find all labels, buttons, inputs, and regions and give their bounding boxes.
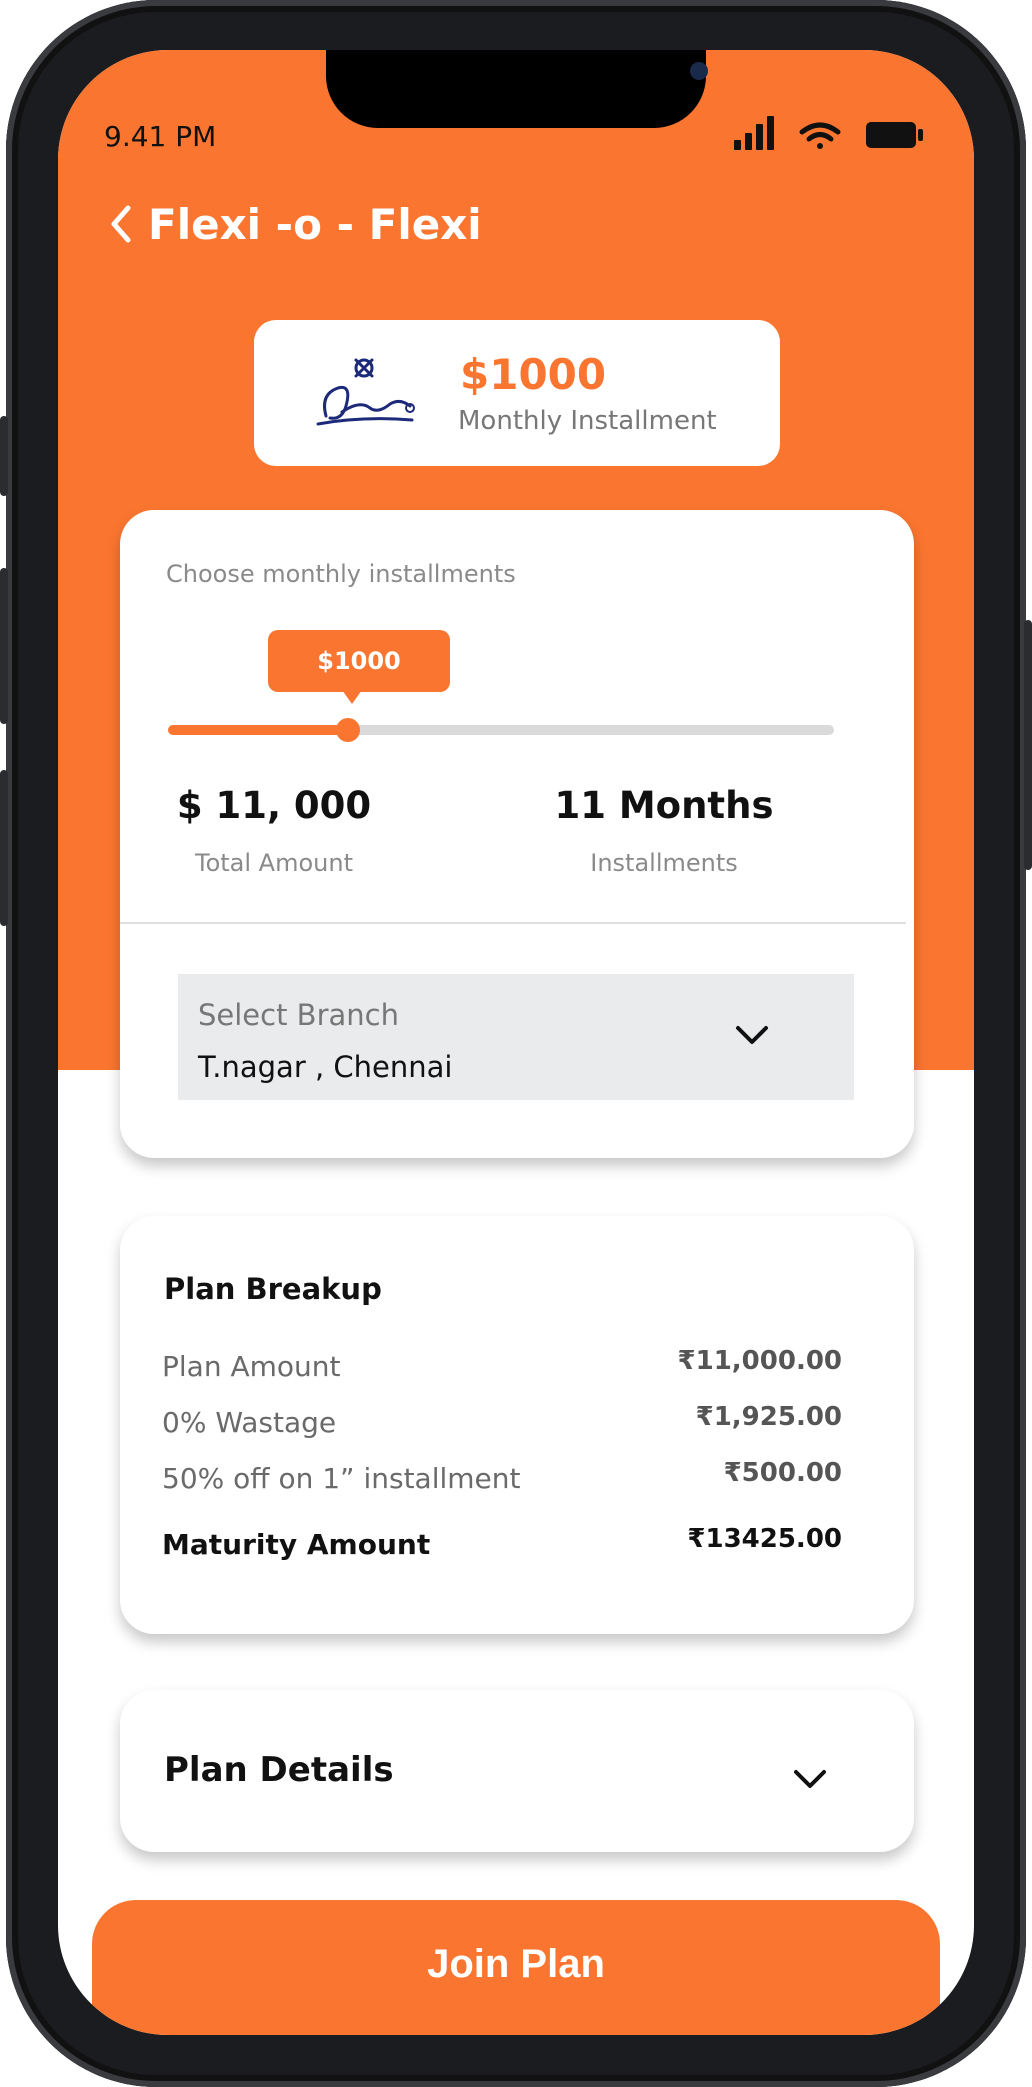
breakup-row-value: ₹500.00	[723, 1458, 842, 1488]
join-plan-label: Join Plan	[427, 1942, 605, 1986]
tooltip-pointer	[342, 690, 362, 704]
divider	[120, 922, 906, 924]
chevron-down-icon	[794, 1770, 826, 1788]
installment-summary-card: $1000 Monthly Installment	[254, 320, 780, 466]
breakup-row-value: ₹11,000.00	[677, 1346, 842, 1376]
phone-mockup: 9.41 PM Flexi -o - Flexi $1000 Monthly I…	[0, 0, 1032, 2087]
maturity-amount-row: Maturity Amount ₹13425.00	[162, 1524, 842, 1568]
branch-select[interactable]: Select Branch T.nagar , Chennai	[178, 974, 854, 1100]
installments-label: Installments	[590, 849, 738, 877]
wifi-icon	[799, 122, 841, 149]
page-title: Flexi -o - Flexi	[148, 200, 482, 249]
installment-slider[interactable]	[168, 718, 834, 742]
slider-thumb[interactable]	[335, 718, 360, 742]
total-amount-stat: $ 11, 000 Total Amount	[154, 784, 394, 877]
breakup-row: 50% off on 1” installment ₹500.00	[162, 1458, 842, 1502]
status-time: 9.41 PM	[104, 120, 217, 153]
plan-details-accordion[interactable]: Plan Details	[120, 1690, 914, 1852]
monthly-installment-amount: $1000	[460, 350, 607, 399]
signal-icon	[734, 116, 774, 150]
total-amount-value: $ 11, 000	[176, 784, 372, 827]
volume-up-button	[0, 568, 8, 724]
breakup-row: Plan Amount ₹11,000.00	[162, 1346, 842, 1390]
installments-stat: 11 Months Installments	[544, 784, 784, 877]
app-screen: 9.41 PM Flexi -o - Flexi $1000 Monthly I…	[58, 50, 974, 2035]
volume-down-button	[0, 770, 8, 926]
slider-value-tooltip: $1000	[268, 630, 450, 692]
choose-installments-label: Choose monthly installments	[166, 560, 516, 588]
plan-breakup-title: Plan Breakup	[164, 1272, 382, 1306]
breakup-row-label: 50% off on 1” installment	[162, 1462, 521, 1495]
chevron-left-icon[interactable]	[102, 196, 138, 252]
monthly-installment-label: Monthly Installment	[458, 406, 717, 436]
plan-details-title: Plan Details	[164, 1750, 394, 1790]
chevron-down-icon	[736, 1026, 768, 1044]
branch-select-label: Select Branch	[198, 998, 399, 1032]
power-button	[1024, 620, 1032, 870]
lalithaa-logo	[316, 358, 415, 426]
breakup-row-label: Plan Amount	[162, 1350, 341, 1383]
action-button	[0, 416, 8, 496]
camera-icon	[690, 62, 708, 80]
maturity-amount-value: ₹13425.00	[687, 1524, 842, 1554]
installment-selector-card: Choose monthly installments $1000 $ 11, …	[120, 510, 914, 1158]
breakup-row: 0% Wastage ₹1,925.00	[162, 1402, 842, 1446]
total-amount-label: Total Amount	[195, 849, 353, 877]
battery-icon	[866, 122, 923, 148]
slider-fill	[168, 725, 348, 735]
breakup-row-value: ₹1,925.00	[695, 1402, 842, 1432]
installments-value: 11 Months	[554, 784, 774, 827]
branch-select-value: T.nagar , Chennai	[198, 1050, 453, 1084]
join-plan-button[interactable]: Join Plan	[92, 1900, 940, 2035]
breakup-row-label: 0% Wastage	[162, 1406, 337, 1439]
maturity-amount-label: Maturity Amount	[162, 1528, 431, 1561]
plan-breakup-card: Plan Breakup Plan Amount ₹11,000.00 0% W…	[120, 1216, 914, 1634]
status-icons	[734, 116, 923, 150]
notch	[326, 50, 708, 128]
